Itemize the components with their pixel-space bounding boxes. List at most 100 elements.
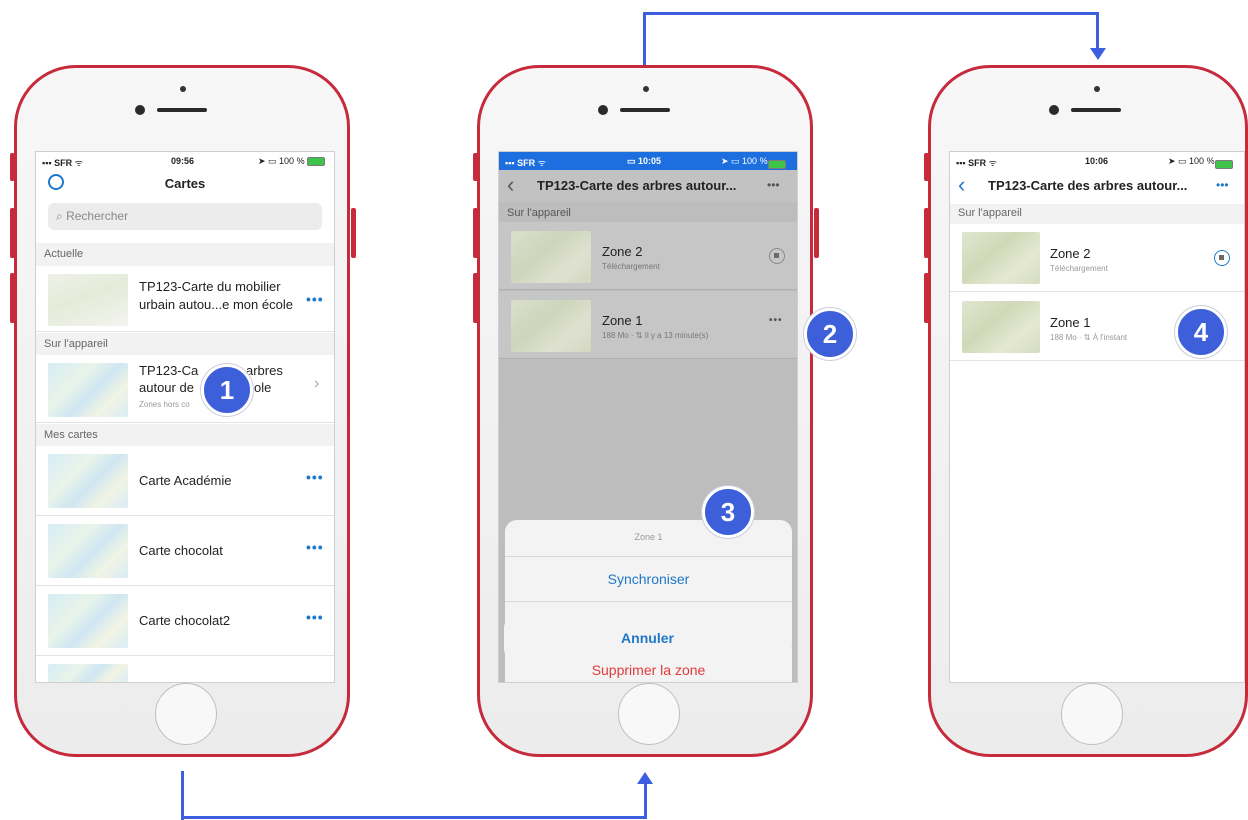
side-button — [473, 153, 478, 181]
back-icon[interactable]: ‹ — [507, 172, 514, 198]
map-thumbnail — [962, 232, 1040, 284]
front-camera — [1094, 86, 1100, 92]
step-badge-1: 1 — [201, 364, 253, 416]
map-thumbnail — [48, 274, 128, 326]
sensor — [1049, 105, 1059, 115]
list-item-device-map[interactable]: TP123-Ca arbres autour de ole Zones hors… — [36, 355, 334, 423]
sensor — [598, 105, 608, 115]
battery-icon — [307, 157, 326, 167]
search-icon: ⌕ — [56, 209, 63, 223]
connector-top-vertical-left — [643, 12, 646, 65]
status-bar: ▪▪▪ SFR ᯤ 10:06 ➤ ▭ 100 % — [950, 152, 1244, 170]
zone-row[interactable]: Zone 2 Téléchargement — [950, 224, 1244, 292]
section-my-maps: Mes cartes — [36, 424, 334, 446]
phone-1: ▪▪▪ SFR ᯤ 09:56 ➤ ▭ 100 % Cartes ⌕ Reche… — [10, 65, 356, 757]
side-button — [814, 208, 819, 258]
map-thumbnail — [511, 300, 591, 352]
zone-subtitle: Téléchargement — [1050, 264, 1108, 273]
map-thumbnail — [511, 231, 591, 283]
arrow-down-icon — [1090, 48, 1106, 60]
more-options-icon[interactable]: ••• — [1216, 178, 1229, 192]
map-title: Carte chocolat — [139, 543, 223, 558]
list-item-map[interactable]: Carte chocolat2 ••• — [36, 586, 334, 656]
battery-status: ➤ ▭ 100 % — [258, 156, 326, 167]
status-bar: ▪▪▪ SFR ᯤ ▭ 10:05 ➤ ▭ 100 % — [499, 152, 797, 170]
clock: ▭ 10:05 — [627, 156, 662, 166]
front-camera — [643, 86, 649, 92]
more-options-icon[interactable]: ••• — [306, 539, 324, 555]
more-options-icon[interactable]: ••• — [306, 291, 324, 307]
battery-status: ➤ ▭ 100 % — [1168, 156, 1233, 169]
zone-title: Zone 1 — [1050, 315, 1091, 330]
more-options-icon[interactable]: ••• — [767, 178, 780, 192]
step-badge-2: 2 — [804, 308, 856, 360]
more-options-icon[interactable]: ••• — [306, 469, 324, 485]
zone-title: Zone 1 — [602, 313, 643, 328]
search-input[interactable]: ⌕ Rechercher — [48, 203, 322, 230]
step-badge-3: 3 — [702, 486, 754, 538]
map-thumbnail — [962, 301, 1040, 353]
earpiece — [157, 108, 207, 112]
side-button — [924, 273, 929, 323]
connector-top-vertical-right — [1096, 12, 1099, 50]
phone-3: ▪▪▪ SFR ᯤ 10:06 ➤ ▭ 100 % ‹ TP123-Carte … — [924, 65, 1248, 757]
arrow-up-icon — [637, 772, 653, 784]
earpiece — [620, 108, 670, 112]
home-button[interactable] — [1061, 683, 1123, 745]
home-button[interactable] — [155, 683, 217, 745]
battery-status: ➤ ▭ 100 % — [721, 156, 786, 169]
stop-download-icon[interactable] — [1214, 250, 1230, 266]
section-device: Sur l'appareil — [36, 333, 334, 355]
back-icon[interactable]: ‹ — [958, 172, 965, 198]
side-button — [10, 208, 15, 258]
side-button — [351, 208, 356, 258]
side-button — [10, 153, 15, 181]
screen: ▪▪▪ SFR ᯤ 09:56 ➤ ▭ 100 % Cartes ⌕ Reche… — [35, 151, 335, 683]
sensor — [135, 105, 145, 115]
zone-row[interactable]: Zone 1 188 Mo · ⇅ Il y a 13 minute(s) ••… — [499, 291, 797, 359]
sync-button[interactable]: Synchroniser — [505, 556, 792, 602]
stop-download-icon[interactable] — [769, 248, 785, 264]
map-title-line1: TP123-Carte du mobilier — [139, 279, 281, 294]
map-thumbnail — [48, 664, 128, 682]
side-button — [10, 273, 15, 323]
connector-bottom-vertical-left — [181, 771, 184, 820]
more-options-icon[interactable]: ••• — [306, 609, 324, 625]
map-title-line1: TP123-Ca — [139, 363, 199, 378]
page-title: Cartes — [164, 176, 206, 191]
list-item-map[interactable]: Carte Académie ••• — [36, 446, 334, 516]
connector-bottom-vertical-right — [644, 784, 647, 819]
header: ‹ TP123-Carte des arbres autour... ••• — [950, 170, 1244, 202]
section-current: Actuelle — [36, 243, 334, 266]
zone-title: Zone 2 — [602, 244, 643, 259]
zone-row[interactable]: Zone 2 Téléchargement — [499, 222, 797, 290]
page-title: TP123-Carte des arbres autour... — [988, 178, 1188, 193]
screen: ▪▪▪ SFR ᯤ ▭ 10:05 ➤ ▭ 100 % ‹ TP123-Cart… — [498, 151, 798, 683]
map-thumbnail — [48, 454, 128, 508]
status-bar: ▪▪▪ SFR ᯤ 09:56 ➤ ▭ 100 % — [36, 152, 334, 170]
map-thumbnail — [48, 524, 128, 578]
zone-subtitle: 188 Mo · ⇅ Il y a 13 minute(s) — [602, 331, 709, 340]
zone-subtitle: Téléchargement — [602, 262, 660, 271]
carrier: ▪▪▪ SFR ᯤ — [42, 158, 83, 168]
carrier: ▪▪▪ SFR ᯤ — [956, 158, 997, 168]
front-camera — [180, 86, 186, 92]
step-badge-4: 4 — [1175, 306, 1227, 358]
more-options-icon[interactable]: ••• — [769, 315, 783, 326]
home-button[interactable] — [618, 683, 680, 745]
section-device: Sur l'appareil — [507, 207, 571, 219]
battery-icon — [767, 160, 786, 169]
header: ‹ TP123-Carte des arbres autour... ••• — [499, 170, 797, 202]
list-item-map[interactable]: Carte chocolat ••• — [36, 516, 334, 586]
clock: 09:56 — [171, 156, 195, 166]
cancel-button[interactable]: Annuler — [504, 616, 791, 661]
map-title-line2b: ole — [254, 380, 272, 395]
list-item-current-map[interactable]: TP123-Carte du mobilier urbain autou...e… — [36, 266, 334, 332]
map-title-line2a: autour de — [139, 380, 194, 395]
page-title: TP123-Carte des arbres autour... — [537, 178, 737, 193]
side-button — [473, 273, 478, 323]
clock: 10:06 — [1085, 156, 1109, 166]
connector-top-horizontal — [643, 12, 1099, 15]
side-button — [924, 208, 929, 258]
chevron-right-icon: › — [314, 375, 320, 392]
